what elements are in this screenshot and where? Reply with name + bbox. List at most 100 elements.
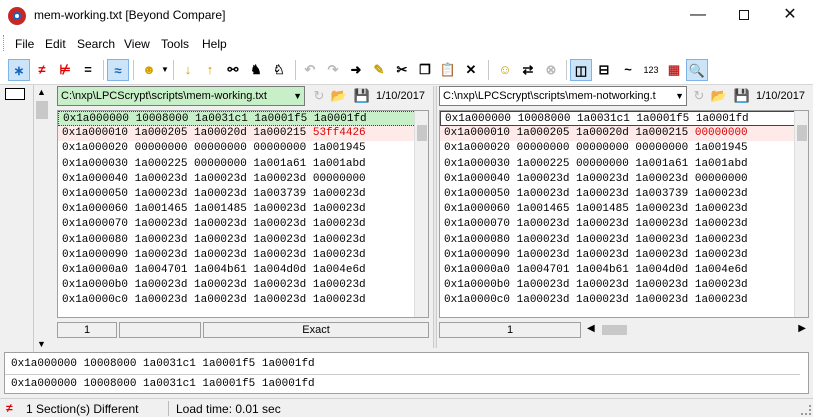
text-line[interactable]: 0x1a000060 1a001465 1a001485 1a00023d 1a… xyxy=(58,202,428,217)
show-differences-icon[interactable]: ≠ xyxy=(31,59,53,81)
thumb-scroll-thumb[interactable] xyxy=(36,101,48,119)
session-icon[interactable]: ☺ xyxy=(494,59,516,81)
text-line[interactable]: 0x1a000010 1a000205 1a00020d 1a000215 53… xyxy=(58,126,428,142)
text-line[interactable]: 0x1a000020 00000000 00000000 00000000 1a… xyxy=(58,141,428,156)
edit-icon[interactable]: ✎ xyxy=(368,59,390,81)
show-all-icon[interactable]: ∗ xyxy=(8,59,30,81)
line-text: 0x1a000000 10008000 1a0031c1 1a0001f5 1a… xyxy=(445,113,749,125)
text-line[interactable]: 0x1a000080 1a00023d 1a00023d 1a00023d 1a… xyxy=(440,233,808,248)
undo-icon[interactable]: ↶ xyxy=(299,59,321,81)
left-refresh-icon[interactable]: ↻ xyxy=(310,87,328,105)
context-icon[interactable]: ▦ xyxy=(663,59,685,81)
text-line[interactable]: 0x1a000030 1a000225 00000000 1a001a61 1a… xyxy=(58,157,428,172)
side-by-side-icon[interactable]: ◫ xyxy=(570,59,592,81)
left-path-input[interactable]: C:\nxp\LPCScrypt\scripts\mem-working.txt… xyxy=(57,86,305,106)
text-line[interactable]: 0x1a000000 10008000 1a0031c1 1a0001f5 1a… xyxy=(440,111,808,127)
text-line[interactable]: 0x1a000030 1a000225 00000000 1a001a61 1a… xyxy=(440,157,808,172)
thumb-up-arrow-icon[interactable]: ▲ xyxy=(37,87,46,97)
right-refresh-icon[interactable]: ↻ xyxy=(690,87,708,105)
right-path-input[interactable]: C:\nxp\LPCScrypt\scripts\mem-notworking.… xyxy=(439,86,687,106)
text-line[interactable]: 0x1a0000c0 1a00023d 1a00023d 1a00023d 1a… xyxy=(58,293,428,308)
scroll-left-icon[interactable]: ◀ xyxy=(587,323,595,334)
zoom-icon[interactable]: 🔍 xyxy=(686,59,708,81)
tilde-icon[interactable]: ~ xyxy=(617,59,639,81)
text-line[interactable]: 0x1a0000a0 1a004701 1a004b61 1a004d0d 1a… xyxy=(58,263,428,278)
find-next-icon[interactable]: ♞ xyxy=(245,59,267,81)
copy-to-right-icon[interactable]: ➜ xyxy=(345,59,367,81)
line-text: 0x1a000040 1a00023d 1a00023d 1a00023d 00… xyxy=(444,172,748,185)
text-line[interactable]: 0x1a0000b0 1a00023d 1a00023d 1a00023d 1a… xyxy=(440,278,808,293)
right-text-pane[interactable]: 0x1a000000 10008000 1a0031c1 1a0001f5 1a… xyxy=(439,110,809,318)
text-line[interactable]: 0x1a000090 1a00023d 1a00023d 1a00023d 1a… xyxy=(58,248,428,263)
thumbnail-scrollbar[interactable]: ▲ ▼ xyxy=(33,85,50,353)
resize-grip[interactable] xyxy=(801,405,811,415)
find-previous-icon[interactable]: ♘ xyxy=(268,59,290,81)
right-path-dropdown-icon[interactable]: ▼ xyxy=(675,87,684,105)
right-horizontal-scrollbar[interactable]: ◀ ▶ xyxy=(584,322,809,338)
maximize-button[interactable] xyxy=(721,0,767,31)
text-line[interactable]: 0x1a000050 1a00023d 1a00023d 1a003739 1a… xyxy=(440,187,808,202)
text-line[interactable]: 0x1a000040 1a00023d 1a00023d 1a00023d 00… xyxy=(440,172,808,187)
redo-icon[interactable]: ↷ xyxy=(322,59,344,81)
swap-sides-icon[interactable]: ⇄ xyxy=(517,59,539,81)
previous-difference-icon[interactable]: ↑ xyxy=(199,59,221,81)
cut-icon[interactable]: ✂ xyxy=(391,59,413,81)
text-line[interactable]: 0x1a0000b0 1a00023d 1a00023d 1a00023d 1a… xyxy=(58,278,428,293)
find-icon[interactable]: ⚯ xyxy=(222,59,244,81)
menu-search[interactable]: Search xyxy=(77,37,115,51)
stop-icon[interactable]: ⊗ xyxy=(540,59,562,81)
text-line[interactable]: 0x1a000020 00000000 00000000 00000000 1a… xyxy=(440,141,808,156)
text-line[interactable]: 0x1a000090 1a00023d 1a00023d 1a00023d 1a… xyxy=(440,248,808,263)
menu-file[interactable]: File xyxy=(15,37,34,51)
line-text: 0x1a0000a0 1a004701 1a004b61 1a004d0d 1a… xyxy=(62,263,366,276)
right-open-folder-icon[interactable]: 📂 xyxy=(710,87,728,105)
left-vertical-scrollbar[interactable] xyxy=(414,111,428,317)
ignore-unimportant-icon[interactable]: ≈ xyxy=(107,59,129,81)
menu-edit[interactable]: Edit xyxy=(45,37,66,51)
text-line[interactable]: 0x1a000070 1a00023d 1a00023d 1a00023d 1a… xyxy=(58,217,428,232)
line-numbers-icon[interactable]: 123 xyxy=(640,59,662,81)
copy-icon[interactable]: ❐ xyxy=(414,59,436,81)
close-button[interactable]: ✕ xyxy=(767,0,813,31)
beyond-compare-app-icon[interactable] xyxy=(8,7,26,25)
right-save-icon[interactable]: 💾 xyxy=(733,87,751,105)
toolbar: ∗ ≠ ⊭ = ≈ ☻ ▼ ↓ ↑ ⚯ ♞ ♘ ↶ ↷ ➜ ✎ ✂ ❐ 📋 ✕ … xyxy=(0,55,813,85)
delete-icon[interactable]: ✕ xyxy=(460,59,482,81)
thumbnail-viewport[interactable] xyxy=(5,88,25,100)
paste-icon[interactable]: 📋 xyxy=(437,59,459,81)
hscroll-thumb[interactable] xyxy=(602,325,627,335)
text-line[interactable]: 0x1a0000a0 1a004701 1a004b61 1a004d0d 1a… xyxy=(440,263,808,278)
right-date: 1/10/2017 xyxy=(756,90,805,102)
left-open-folder-icon[interactable]: 📂 xyxy=(330,87,348,105)
right-vertical-scrollbar[interactable] xyxy=(794,111,808,317)
next-difference-icon[interactable]: ↓ xyxy=(177,59,199,81)
left-save-icon[interactable]: 💾 xyxy=(353,87,371,105)
pane-splitter[interactable] xyxy=(433,86,437,348)
menu-grip xyxy=(3,35,6,51)
left-text-pane[interactable]: 0x1a000000 10008000 1a0031c1 1a0001f5 1a… xyxy=(57,110,429,318)
right-scroll-thumb[interactable] xyxy=(797,125,807,141)
text-line[interactable]: 0x1a000070 1a00023d 1a00023d 1a00023d 1a… xyxy=(440,217,808,232)
show-diff-box-icon[interactable]: ⊭ xyxy=(54,59,76,81)
diff-text: 00000000 xyxy=(694,127,748,140)
left-scroll-thumb[interactable] xyxy=(417,125,427,141)
menu-tools[interactable]: Tools xyxy=(161,37,189,51)
minimize-button[interactable]: — xyxy=(675,0,721,31)
text-line[interactable]: 0x1a000080 1a00023d 1a00023d 1a00023d 1a… xyxy=(58,233,428,248)
menu-help[interactable]: Help xyxy=(202,37,227,51)
show-same-icon[interactable]: = xyxy=(77,59,99,81)
text-line[interactable]: 0x1a000000 10008000 1a0031c1 1a0001f5 1a… xyxy=(58,111,428,127)
text-line[interactable]: 0x1a000040 1a00023d 1a00023d 1a00023d 00… xyxy=(58,172,428,187)
text-line[interactable]: 0x1a000060 1a001465 1a001485 1a00023d 1a… xyxy=(440,202,808,217)
text-line[interactable]: 0x1a0000c0 1a00023d 1a00023d 1a00023d 1a… xyxy=(440,293,808,308)
scroll-right-icon[interactable]: ▶ xyxy=(798,323,806,334)
menu-view[interactable]: View xyxy=(124,37,150,51)
line-text: 0x1a000010 1a000205 1a00020d 1a000215 xyxy=(62,127,313,140)
line-text: 0x1a000090 1a00023d 1a00023d 1a00023d 1a… xyxy=(444,248,748,261)
text-line[interactable]: 0x1a000050 1a00023d 1a00023d 1a003739 1a… xyxy=(58,187,428,202)
line-text: 0x1a000090 1a00023d 1a00023d 1a00023d 1a… xyxy=(62,248,366,261)
thumb-down-arrow-icon[interactable]: ▼ xyxy=(37,339,46,349)
over-under-icon[interactable]: ⊟ xyxy=(593,59,615,81)
text-line[interactable]: 0x1a000010 1a000205 1a00020d 1a000215 00… xyxy=(440,126,808,142)
left-path-dropdown-icon[interactable]: ▼ xyxy=(293,87,302,105)
